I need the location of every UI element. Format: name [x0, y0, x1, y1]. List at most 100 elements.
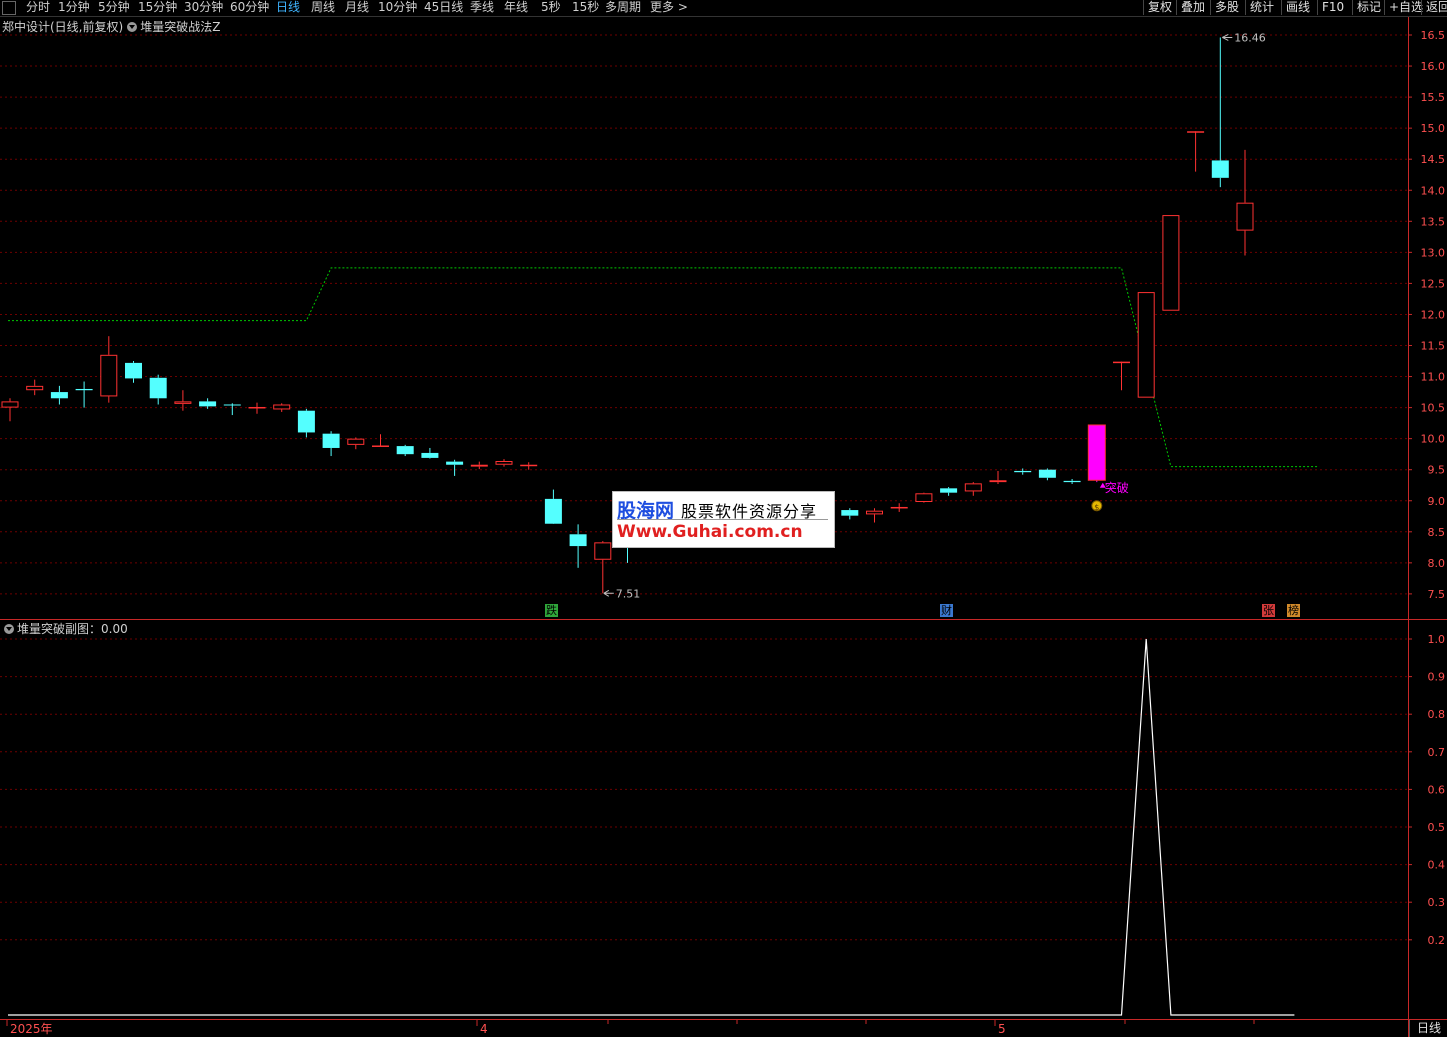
period-tab[interactable]: 5秒: [541, 0, 561, 15]
period-tab[interactable]: 10分钟: [378, 0, 417, 15]
candle-body: [1137, 292, 1155, 398]
candle: [594, 541, 612, 594]
period-tab[interactable]: 15分钟: [138, 0, 177, 15]
candle: [421, 447, 439, 459]
period-tab[interactable]: 季线: [470, 0, 494, 15]
period-tab[interactable]: 分时: [26, 0, 50, 15]
toolbar-button[interactable]: 复权: [1143, 0, 1176, 15]
period-tab[interactable]: 1分钟: [58, 0, 90, 15]
signal-label: 突破: [1105, 480, 1129, 495]
candle-body: [1014, 470, 1032, 473]
low-arrow-icon: [603, 589, 614, 597]
candle-body: [1211, 160, 1229, 178]
period-tab[interactable]: 60分钟: [230, 0, 269, 15]
candle-body: [594, 542, 612, 560]
candle-body: [396, 446, 414, 455]
candle-body: [174, 401, 192, 404]
y-tick-label: 10.5: [1421, 402, 1446, 415]
candle-body: [520, 464, 538, 467]
candle: [1137, 292, 1155, 398]
period-tab[interactable]: 5分钟: [98, 0, 130, 15]
period-toolbar: 分时 1分钟 5分钟 15分钟 30分钟 60分钟 日线 周线 月线 10分钟 45日线 季线 年线 5秒…: [0, 0, 1447, 17]
candle-body: [1038, 469, 1056, 478]
candle: [322, 431, 340, 457]
candle: [75, 381, 93, 408]
candle-body: [26, 385, 44, 391]
period-tab[interactable]: 多周期: [605, 0, 641, 15]
sub-axis: 1.0 0.9 0.8 0.7 0.6 0.5 0.4 0.3 0.2: [1408, 633, 1445, 947]
period-tab[interactable]: 日线: [276, 0, 300, 15]
toolbar-button[interactable]: 标记: [1352, 0, 1385, 15]
candle: [273, 403, 291, 412]
y-tick-label: 9.5: [1428, 464, 1446, 477]
guhai-watermark: 股海网 股票软件资源分享 Www.Guhai.com.cn: [612, 491, 835, 548]
candle-body: [1087, 424, 1106, 481]
sub-y-tick-label: 0.3: [1428, 896, 1446, 909]
candle: [1211, 37, 1229, 188]
toolbar-button[interactable]: 多股: [1210, 0, 1243, 15]
low-label: 7.51: [616, 587, 641, 600]
sub-y-tick-label: 1.0: [1428, 633, 1446, 646]
money-bag-symbol: $: [1094, 503, 1099, 512]
period-tab[interactable]: 15秒: [572, 0, 599, 15]
candle: [297, 408, 315, 438]
toolbar-button[interactable]: 返回: [1421, 0, 1447, 15]
candle-body: [297, 410, 315, 433]
indicator-name[interactable]: 堆量突破战法Z: [140, 20, 220, 34]
y-tick-label: 14.5: [1421, 153, 1446, 166]
candle-body: [964, 483, 982, 492]
y-tick-label: 15.0: [1421, 122, 1446, 135]
toolbar-button[interactable]: F10: [1317, 0, 1348, 15]
candle-body: [347, 438, 365, 445]
signal-series: [8, 638, 1295, 1016]
event-badge[interactable]: 张: [1262, 604, 1275, 617]
candle: [1236, 149, 1254, 256]
period-tab[interactable]: 更多 >: [650, 0, 688, 15]
candle-body: [915, 493, 933, 502]
period-tab[interactable]: 30分钟: [184, 0, 223, 15]
event-badge[interactable]: 跌: [545, 604, 558, 617]
candle: [495, 459, 513, 467]
candle-body: [470, 464, 488, 467]
sub-indicator-label[interactable]: 堆量突破副图：0.00: [17, 622, 128, 636]
candle-body: [50, 392, 68, 399]
period-tab[interactable]: 年线: [504, 0, 528, 15]
candle: [446, 459, 464, 476]
sub-indicator-dropdown-icon[interactable]: [4, 624, 14, 634]
period-button[interactable]: 日线: [1409, 1020, 1447, 1037]
y-tick-label: 16.5: [1421, 29, 1446, 42]
candle-body: [890, 506, 908, 509]
toolbar-button[interactable]: 叠加: [1176, 0, 1209, 15]
candle-body: [940, 488, 958, 493]
indicator-dropdown-icon[interactable]: [127, 22, 138, 32]
y-tick-label: 12.5: [1421, 277, 1446, 290]
event-badge[interactable]: 财: [940, 604, 953, 617]
candle: [125, 361, 142, 383]
candle: [569, 524, 587, 568]
panel-toggle-icon[interactable]: [2, 1, 16, 15]
resistance-line: [8, 267, 1320, 468]
toolbar-button[interactable]: 画线: [1281, 0, 1314, 15]
toolbar-button[interactable]: 统计: [1245, 0, 1278, 15]
high-arrow-icon: [1222, 34, 1233, 41]
candle-body: [125, 362, 142, 379]
period-tab[interactable]: 月线: [345, 0, 369, 15]
date-label: 5: [998, 1022, 1006, 1036]
candle-body: [1162, 215, 1180, 311]
candle-body: [322, 433, 340, 448]
candle: [199, 398, 217, 409]
period-tab[interactable]: 周线: [311, 0, 335, 15]
candle: [940, 487, 958, 496]
candle: [1162, 215, 1180, 311]
candle: [50, 385, 68, 405]
candle-body: [841, 510, 859, 516]
candle-body: [199, 401, 217, 407]
period-tab[interactable]: 45日线: [424, 0, 463, 15]
main-chart-legend: 郑中设计(日线,前复权) 堆量突破战法Z: [2, 18, 220, 35]
candle: [1087, 424, 1106, 483]
event-badge[interactable]: 榜: [1287, 604, 1300, 617]
y-tick-label: 10.0: [1421, 433, 1446, 446]
candle-body: [1236, 202, 1254, 231]
candle-body: [1187, 131, 1205, 133]
grid-lines: [0, 34, 1408, 941]
